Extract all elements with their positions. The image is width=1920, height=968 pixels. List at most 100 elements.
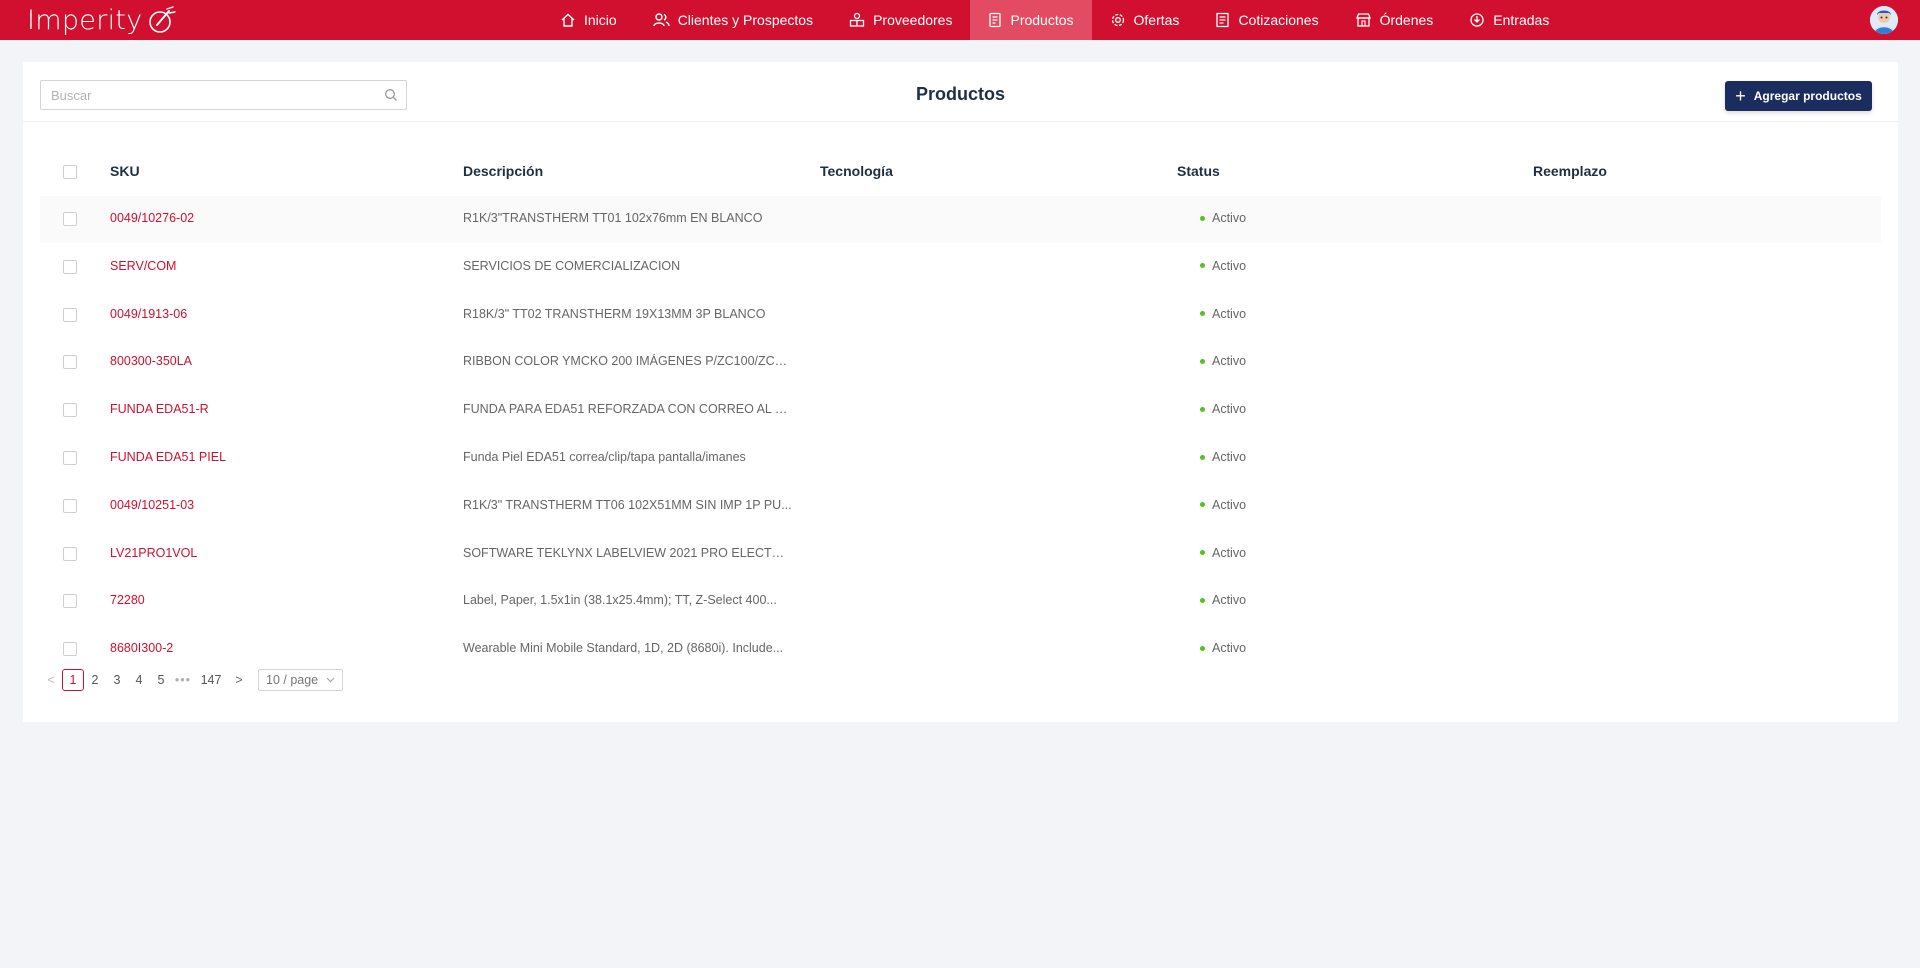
table-row[interactable]: 0049/10251-03 R1K/3" TRANSTHERM TT06 102X… — [40, 483, 1881, 530]
description-cell: RIBBON COLOR YMCKO 200 IMÁGENES P/ZC100/… — [463, 354, 793, 369]
search-icon[interactable] — [384, 88, 398, 102]
table-row[interactable]: SERV/COM SERVICIOS DE COMERCIALIZACION Act… — [40, 244, 1881, 291]
add-products-button[interactable]: + Agregar productos — [1725, 81, 1872, 111]
sku-link[interactable]: FUNDA EDA51-R — [110, 402, 440, 416]
status-label: Activo — [1212, 354, 1247, 369]
table-row[interactable]: 800300-350LA RIBBON COLOR YMCKO 200 IMÁGE… — [40, 339, 1881, 386]
status-cell: Activo — [1200, 498, 1246, 512]
nav-item-label: Clientes y Prospectos — [677, 12, 814, 28]
table-row[interactable]: LV21PRO1VOL SOFTWARE TEKLYNX LABELVIEW 20… — [40, 531, 1881, 578]
status-dot-icon — [1200, 215, 1205, 221]
row-checkbox[interactable] — [63, 594, 77, 609]
status-cell: Activo — [1200, 307, 1246, 321]
status-cell: Activo — [1200, 259, 1246, 273]
row-checkbox[interactable] — [63, 403, 77, 418]
page-size-value: 10 / page — [266, 673, 319, 687]
table-row[interactable]: 0049/1913-06 R18K/3" TT02 TRANSTHERM 19X1… — [40, 292, 1881, 339]
column-header-technology[interactable]: Tecnología — [820, 163, 893, 179]
nav-item-cotizaciones[interactable]: Cotizaciones — [1197, 0, 1336, 40]
row-checkbox[interactable] — [63, 451, 77, 465]
row-checkbox[interactable] — [63, 212, 77, 226]
table-row[interactable]: 72280 Label, Paper, 1.5x1in (38.1x25.4mm)… — [40, 578, 1881, 625]
next-page-button[interactable]: > — [228, 669, 250, 691]
sku-link[interactable]: 0049/10251-03 — [110, 498, 440, 512]
nav-item-proveedores[interactable]: Proveedores — [831, 0, 970, 40]
document-icon — [1216, 12, 1230, 28]
column-header-replacement[interactable]: Reemplazo — [1533, 163, 1607, 179]
home-icon — [561, 13, 575, 27]
row-checkbox[interactable] — [63, 307, 77, 322]
sku-link[interactable]: 0049/10276-02 — [110, 211, 440, 225]
avatar-icon — [1870, 6, 1898, 34]
card-header: Productos + Agregar productos — [23, 62, 1898, 122]
row-checkbox[interactable] — [63, 259, 77, 274]
status-dot-icon — [1200, 311, 1205, 317]
prev-page-button[interactable]: < — [40, 669, 62, 691]
status-cell: Activo — [1200, 641, 1246, 655]
nav-item-clientes[interactable]: Clientes y Prospectos — [635, 0, 831, 40]
gear-icon — [1111, 13, 1124, 27]
table-row[interactable]: FUNDA EDA51-R FUNDA PARA EDA51 REFORZADA … — [40, 387, 1881, 434]
status-label: Activo — [1212, 641, 1247, 656]
status-cell: Activo — [1200, 593, 1246, 607]
table-row[interactable]: FUNDA EDA51 PIEL Funda Piel EDA51 correa/… — [40, 435, 1881, 482]
nav-item-entradas[interactable]: Entradas — [1451, 0, 1567, 40]
sku-link[interactable]: FUNDA EDA51 PIEL — [110, 450, 440, 464]
page-button-1[interactable]: 1 — [62, 669, 84, 691]
sku-link[interactable]: SERV/COM — [110, 259, 440, 273]
nav-item-label: Órdenes — [1379, 12, 1434, 28]
page-button-last[interactable]: 147 — [194, 669, 228, 691]
app-logo[interactable]: Imperity — [27, 3, 177, 37]
chevron-down-icon — [326, 677, 335, 683]
search-input[interactable] — [41, 81, 406, 109]
row-checkbox[interactable] — [63, 642, 77, 657]
column-header-status[interactable]: Status — [1177, 163, 1220, 179]
status-dot-icon — [1200, 502, 1205, 508]
sku-link[interactable]: LV21PRO1VOL — [110, 546, 440, 560]
status-dot-icon — [1200, 263, 1205, 269]
status-cell: Activo — [1200, 450, 1246, 464]
status-label: Activo — [1212, 545, 1247, 560]
sku-link[interactable]: 8680I300-2 — [110, 641, 440, 655]
jump-next-ellipsis[interactable]: ••• — [172, 669, 194, 691]
column-header-description[interactable]: Descripción — [463, 163, 543, 179]
description-cell: SOFTWARE TEKLYNX LABELVIEW 2021 PRO ELEC… — [463, 545, 793, 560]
row-checkbox[interactable] — [63, 355, 77, 370]
sku-link[interactable]: 800300-350LA — [110, 354, 440, 368]
description-cell: FUNDA PARA EDA51 REFORZADA CON CORREO AL… — [463, 402, 793, 417]
status-dot-icon — [1200, 597, 1205, 603]
page-button-2[interactable]: 2 — [84, 669, 106, 691]
plus-icon: + — [1735, 86, 1746, 106]
nav-item-label: Ofertas — [1133, 12, 1180, 28]
main-nav: Inicio Clientes y Prospectos Proveedores… — [542, 0, 1567, 40]
status-label: Activo — [1212, 258, 1247, 273]
nav-item-ordenes[interactable]: Órdenes — [1337, 0, 1452, 40]
nav-item-ofertas[interactable]: Ofertas — [1092, 0, 1198, 40]
store-icon — [1355, 13, 1371, 27]
select-all-checkbox[interactable] — [63, 165, 77, 179]
description-cell: R18K/3" TT02 TRANSTHERM 19X13MM 3P BLANC… — [463, 306, 766, 321]
status-dot-icon — [1200, 454, 1205, 460]
products-card: Productos + Agregar productos SKU Descri… — [23, 62, 1898, 722]
status-label: Activo — [1212, 211, 1247, 225]
sku-link[interactable]: 72280 — [110, 593, 440, 607]
column-header-sku[interactable]: SKU — [110, 163, 140, 179]
user-avatar[interactable] — [1870, 6, 1898, 34]
table-row[interactable]: 0049/10276-02 R1K/3"TRANSTHERM TT01 102x7… — [40, 196, 1881, 243]
page-button-5[interactable]: 5 — [150, 669, 172, 691]
row-checkbox[interactable] — [63, 546, 77, 561]
nav-item-label: Cotizaciones — [1238, 12, 1319, 28]
page-button-3[interactable]: 3 — [106, 669, 128, 691]
description-cell: R1K/3"TRANSTHERM TT01 102x76mm EN BLANCO — [463, 211, 763, 225]
users-icon — [652, 13, 670, 27]
table-row[interactable]: 8680I300-2 Wearable Mini Mobile Standard,… — [40, 626, 1881, 673]
search-box — [40, 80, 407, 110]
page-size-select[interactable]: 10 / page — [258, 669, 343, 691]
nav-item-inicio[interactable]: Inicio — [542, 0, 635, 40]
status-dot-icon — [1200, 645, 1205, 651]
row-checkbox[interactable] — [63, 498, 77, 513]
nav-item-productos[interactable]: Productos — [970, 0, 1092, 40]
status-label: Activo — [1212, 450, 1247, 464]
sku-link[interactable]: 0049/1913-06 — [110, 307, 440, 321]
page-button-4[interactable]: 4 — [128, 669, 150, 691]
